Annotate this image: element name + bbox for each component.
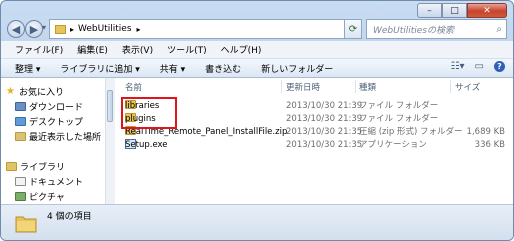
libraries-icon: [6, 162, 17, 171]
column-divider[interactable]: [450, 80, 451, 93]
explorer-window: – □ ✕ ◀ ▶ ▾ ▸ WebUtilities ▸ ⟳ WebUtilit…: [0, 0, 514, 241]
star-icon: ★: [6, 86, 15, 97]
burn-button[interactable]: 書き込む: [205, 62, 241, 75]
path-separator-icon: ▸: [70, 24, 75, 34]
file-type: ファイル フォルダー: [359, 114, 439, 124]
menu-file[interactable]: ファイル(F): [15, 43, 63, 56]
back-arrow-icon: ◀: [11, 22, 21, 36]
nav-item-downloads[interactable]: ダウンロード: [15, 100, 83, 113]
item-count: 4 個の項目: [47, 212, 92, 222]
nav-favorites[interactable]: ★ お気に入り: [6, 85, 64, 98]
file-type: ファイル フォルダー: [359, 101, 439, 111]
refresh-button[interactable]: ⟳: [344, 19, 362, 39]
search-placeholder: WebUtilitiesの検索: [373, 25, 455, 36]
command-bar: 整理 ▾ ライブラリに追加 ▾ 共有 ▾ 書き込む 新しいフォルダー ☷▾ ▭ …: [1, 58, 513, 78]
folder-icon: [55, 24, 66, 34]
nav-item-label: ドキュメント: [29, 178, 84, 188]
nav-scrollbar-thumb[interactable]: [107, 90, 113, 122]
nav-item-recent-places[interactable]: 最近表示した場所: [15, 130, 101, 143]
file-size: 336 KB: [474, 140, 505, 150]
highlight-box: [121, 97, 177, 129]
forward-arrow-icon: ▶: [29, 22, 39, 36]
file-modified: 2013/10/30 21:35: [286, 140, 363, 150]
preview-pane-icon[interactable]: ▭: [475, 61, 484, 72]
menu-view[interactable]: 表示(V): [122, 43, 153, 56]
navigation-pane: ★ お気に入り ダウンロード デスクトップ 最近表示した場所 ライブラリ ドキュ…: [1, 78, 106, 204]
file-type: アプリケーション: [359, 140, 427, 150]
new-folder-button[interactable]: 新しいフォルダー: [261, 62, 333, 75]
file-modified: 2013/10/30 21:35: [286, 127, 363, 137]
file-modified: 2013/10/30 21:39: [286, 101, 363, 111]
nav-item-label: 最近表示した場所: [29, 133, 102, 143]
file-name: Setup.exe: [125, 140, 168, 150]
column-header-size[interactable]: サイズ: [455, 78, 480, 95]
file-type: 圧縮 (zip 形式) フォルダー: [359, 127, 463, 137]
downloads-icon: [15, 102, 26, 111]
file-size: 1,689 KB: [466, 127, 505, 137]
recent-places-icon: [15, 132, 26, 141]
nav-libraries-label: ライブラリ: [20, 163, 66, 173]
column-divider[interactable]: [355, 80, 356, 93]
details-pane: 4 個の項目: [1, 204, 513, 240]
menu-bar: ファイル(F) 編集(E) 表示(V) ツール(T) ヘルプ(H): [1, 41, 513, 58]
menu-tools[interactable]: ツール(T): [167, 43, 207, 56]
desktop-icon: [15, 117, 26, 126]
column-header-type[interactable]: 種類: [359, 78, 376, 95]
add-to-library-button[interactable]: ライブラリに追加 ▾: [60, 62, 139, 75]
back-button[interactable]: ◀: [7, 20, 25, 38]
file-modified: 2013/10/30 21:39: [286, 114, 363, 124]
close-button[interactable]: ✕: [467, 3, 507, 18]
pictures-icon: [15, 192, 26, 201]
refresh-icon: ⟳: [348, 23, 358, 35]
menu-edit[interactable]: 編集(E): [77, 43, 108, 56]
menu-help[interactable]: ヘルプ(H): [221, 43, 262, 56]
minimize-button[interactable]: –: [417, 3, 442, 18]
address-bar[interactable]: ▸ WebUtilities ▸: [49, 19, 349, 39]
column-header-name[interactable]: 名前: [125, 78, 142, 95]
nav-item-desktop[interactable]: デスクトップ: [15, 115, 83, 128]
nav-item-label: ダウンロード: [29, 103, 84, 113]
share-button[interactable]: 共有 ▾: [160, 62, 185, 75]
nav-scrollbar[interactable]: [105, 78, 115, 204]
address-path[interactable]: WebUtilities: [78, 24, 132, 34]
history-dropdown-icon[interactable]: ▾: [42, 23, 46, 32]
maximize-button[interactable]: □: [442, 3, 467, 18]
nav-item-documents[interactable]: ドキュメント: [15, 175, 83, 188]
documents-icon: [15, 177, 26, 186]
caption-buttons: – □ ✕: [417, 3, 507, 18]
nav-favorites-label: お気に入り: [18, 88, 64, 98]
help-icon[interactable]: ?: [494, 61, 505, 72]
nav-item-label: デスクトップ: [29, 118, 84, 128]
search-icon[interactable]: ⌕: [496, 24, 502, 35]
search-input[interactable]: WebUtilitiesの検索 ⌕: [366, 19, 507, 39]
forward-button[interactable]: ▶: [25, 20, 43, 38]
file-row[interactable]: Setup.exe 2013/10/30 21:35 アプリケーション 336 …: [115, 139, 513, 152]
nav-item-label: ピクチャ: [29, 193, 65, 203]
path-separator-icon[interactable]: ▸: [137, 25, 141, 34]
column-divider[interactable]: [281, 80, 282, 93]
folder-icon: [15, 216, 37, 233]
organize-button[interactable]: 整理 ▾: [15, 62, 40, 75]
nav-item-pictures[interactable]: ピクチャ: [15, 190, 65, 203]
view-options-icon[interactable]: ☷▾: [451, 61, 465, 72]
column-header-modified[interactable]: 更新日時: [286, 78, 320, 95]
nav-libraries[interactable]: ライブラリ: [6, 160, 65, 173]
